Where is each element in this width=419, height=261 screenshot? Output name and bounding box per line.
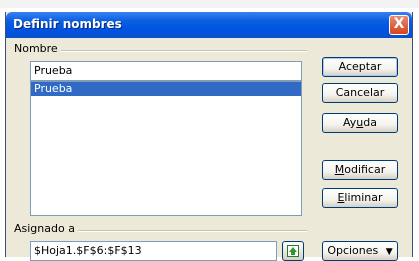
delete-button[interactable]: Eliminar [322,188,398,208]
chevron-down-icon: ▼ [385,247,393,257]
range-reference-input[interactable]: $Hoja1.$F$6:$F$13 [30,241,277,261]
collapse-icon [287,245,299,257]
list-item[interactable]: Prueba [31,82,301,96]
name-input[interactable]: Prueba [30,61,302,81]
cancel-button[interactable]: Cancelar [322,83,398,103]
names-listbox[interactable]: Prueba [30,81,302,216]
assigned-to-label: Asignado a [14,222,78,235]
close-button[interactable]: X [389,15,409,35]
shrink-dialog-button[interactable] [282,241,304,261]
name-group-label: Nombre [14,42,61,55]
help-button[interactable]: Ayuda [322,113,398,133]
help-label-post: da [363,116,377,129]
options-label: Opciones [327,244,379,257]
modify-label-post: odificar [344,163,386,176]
close-icon: X [393,16,405,32]
delete-label-post: liminar [344,191,383,204]
define-names-dialog: Definir nombres X Nombre Prueba Prueba A… [5,12,413,261]
ok-button[interactable]: Aceptar [322,57,398,77]
assigned-group-line [78,230,307,232]
name-group-line [61,50,307,52]
help-label-pre: Ay [342,116,357,129]
title-bar[interactable]: Definir nombres X [6,12,412,38]
dialog-title: Definir nombres [13,17,122,31]
options-button[interactable]: Opciones ▼ [322,241,398,261]
modify-mnemonic: M [334,163,345,176]
modify-button[interactable]: Modificar [322,160,398,180]
background-window-strip [0,0,419,8]
